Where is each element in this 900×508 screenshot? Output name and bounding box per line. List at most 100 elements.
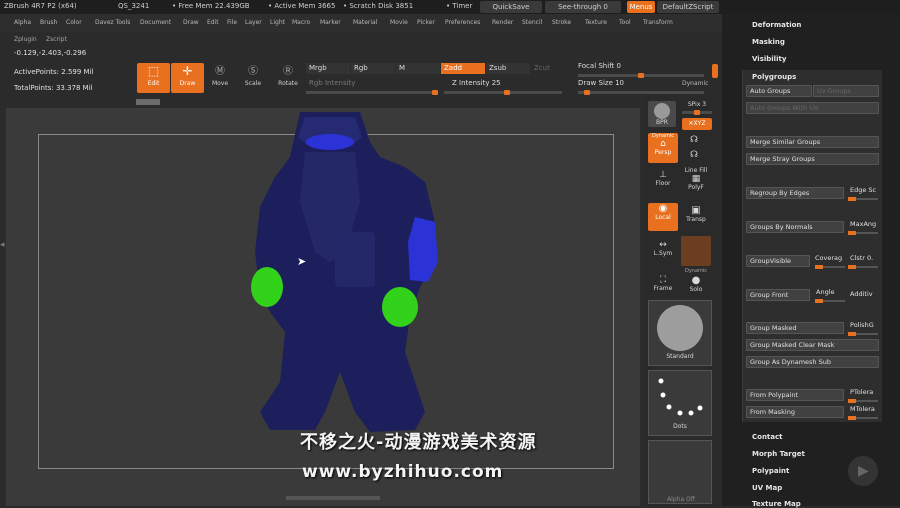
transp-button[interactable]: ▣ Transp xyxy=(682,205,710,223)
polypaint-header[interactable]: Polypaint xyxy=(752,467,789,475)
rotate-button[interactable]: Ⓡ Rotate xyxy=(273,63,303,93)
uv-groups-button[interactable]: Uv Groups xyxy=(813,85,879,97)
z-intensity-slider[interactable] xyxy=(444,90,562,95)
shelf-scroll-handle[interactable] xyxy=(136,99,160,105)
additive-label[interactable]: Additiv xyxy=(850,290,873,298)
panel-edge-toggle[interactable] xyxy=(712,64,718,78)
spix-slider[interactable] xyxy=(682,110,712,115)
edit-button[interactable]: ⬚ Edit xyxy=(137,63,170,93)
menu-layer[interactable]: Layer xyxy=(245,19,262,26)
polygroups-header[interactable]: Polygroups xyxy=(752,73,796,81)
menu-brush[interactable]: Brush xyxy=(40,19,57,26)
solo-button[interactable]: ● Solo xyxy=(683,275,709,293)
texture-map-header[interactable]: Texture Map xyxy=(752,500,801,508)
group-masked-button[interactable]: Group Masked xyxy=(746,322,844,334)
menu-file[interactable]: File xyxy=(227,19,237,26)
merge-stray-groups-button[interactable]: Merge Stray Groups xyxy=(746,153,879,165)
left-tray-arrow-icon[interactable]: ◂ xyxy=(0,240,6,270)
bottom-tray-handle[interactable] xyxy=(286,496,380,500)
morph-target-header[interactable]: Morph Target xyxy=(752,450,805,458)
local-button[interactable]: ◉ Local xyxy=(648,203,678,231)
spotlight-icon[interactable]: ☊ xyxy=(690,135,698,145)
dynamic-texture-button[interactable]: Dynamic xyxy=(681,236,711,274)
move-button[interactable]: Ⓜ Move xyxy=(205,63,235,93)
scale-button[interactable]: Ⓢ Scale xyxy=(238,63,268,93)
menu-zplugin[interactable]: Zplugin xyxy=(14,36,37,43)
focal-shift-slider[interactable] xyxy=(578,73,704,78)
maxang-slider[interactable] xyxy=(848,231,878,235)
uv-map-header[interactable]: UV Map xyxy=(752,484,782,492)
menu-movie[interactable]: Movie xyxy=(390,19,408,26)
coverage-slider[interactable] xyxy=(815,265,845,269)
m-toggle[interactable]: M xyxy=(396,63,440,74)
light-toggle-icon[interactable]: ☊ xyxy=(690,150,698,160)
dynamic-label[interactable]: Dynamic xyxy=(682,78,708,89)
zcut-toggle[interactable]: Zcut xyxy=(531,63,561,74)
menu-stroke[interactable]: Stroke xyxy=(552,19,571,26)
menu-alpha[interactable]: Alpha xyxy=(14,19,31,26)
menu-render[interactable]: Render xyxy=(492,19,513,26)
free-mem: • Free Mem 22.439GB xyxy=(172,2,250,10)
menu-macro[interactable]: Macro xyxy=(292,19,310,26)
zsub-toggle[interactable]: Zsub xyxy=(486,63,530,74)
menu-texture[interactable]: Texture xyxy=(585,19,607,26)
edge-score-slider[interactable] xyxy=(848,197,878,201)
see-through-slider[interactable]: See-through 0 xyxy=(545,1,621,13)
video-play-button[interactable]: ▶ xyxy=(848,456,878,486)
menu-preferences[interactable]: Preferences xyxy=(445,19,480,26)
groupvisible-button[interactable]: GroupVisible xyxy=(746,255,810,267)
regroup-by-edges-button[interactable]: Regroup By Edges xyxy=(746,187,844,199)
contact-header[interactable]: Contact xyxy=(752,433,783,441)
menu-document[interactable]: Document xyxy=(140,19,171,26)
menu-light[interactable]: Light xyxy=(270,19,285,26)
menu-picker[interactable]: Picker xyxy=(417,19,435,26)
menu-transform[interactable]: Transform xyxy=(643,19,673,26)
auto-groups-with-uv-button[interactable]: Auto Groups With UV xyxy=(746,102,879,114)
angle-slider[interactable] xyxy=(815,299,845,303)
bpr-button[interactable]: BPR xyxy=(648,101,676,127)
group-front-button[interactable]: Group Front xyxy=(746,289,810,301)
ptolera-slider[interactable] xyxy=(848,399,878,403)
alpha-thumbnail[interactable]: Alpha Off xyxy=(648,440,712,504)
menu-zscript[interactable]: Zscript xyxy=(46,36,67,43)
menu-tool[interactable]: Tool xyxy=(619,19,631,26)
merge-similar-groups-button[interactable]: Merge Similar Groups xyxy=(746,136,879,148)
groups-by-normals-button[interactable]: Groups By Normals xyxy=(746,221,844,233)
menu-davez-tools[interactable]: Davez Tools xyxy=(95,19,130,26)
polyf-button[interactable]: Line Fill ▦ PolyF xyxy=(681,167,711,191)
menu-material[interactable]: Material xyxy=(353,19,377,26)
mtolera-slider[interactable] xyxy=(848,416,878,420)
from-polypaint-button[interactable]: From Polypaint xyxy=(746,389,844,401)
persp-button[interactable]: Dynamic ⌂ Persp xyxy=(648,133,678,163)
zadd-toggle[interactable]: Zadd xyxy=(441,63,485,74)
draw-button[interactable]: ✛ Draw xyxy=(171,63,204,93)
menus-button[interactable]: Menus xyxy=(627,1,655,13)
visibility-header[interactable]: Visibility xyxy=(752,55,786,63)
menu-color[interactable]: Color xyxy=(66,19,82,26)
floor-button[interactable]: ⊥ Floor xyxy=(650,170,676,187)
frame-button[interactable]: ⛶ Frame xyxy=(650,275,676,292)
defaultzscript-button[interactable]: DefaultZScript xyxy=(657,1,719,13)
group-masked-clear-mask-button[interactable]: Group Masked Clear Mask xyxy=(746,339,879,351)
menu-edit[interactable]: Edit xyxy=(207,19,219,26)
transp-icon: ▣ xyxy=(691,205,701,216)
rgb-intensity-slider[interactable] xyxy=(306,90,438,95)
lsym-button[interactable]: ↔ L.Sym xyxy=(650,240,676,257)
deformation-header[interactable]: Deformation xyxy=(752,21,801,29)
group-as-dynamesh-sub-button[interactable]: Group As Dynamesh Sub xyxy=(746,356,879,368)
mrgb-toggle[interactable]: Mrgb xyxy=(306,63,350,74)
clstr-slider[interactable] xyxy=(848,265,878,269)
stroke-thumbnail[interactable]: Dots xyxy=(648,370,712,436)
menu-marker[interactable]: Marker xyxy=(320,19,341,26)
menu-stencil[interactable]: Stencil xyxy=(522,19,542,26)
quicksave-button[interactable]: QuickSave xyxy=(480,1,542,13)
auto-groups-button[interactable]: Auto Groups xyxy=(746,85,812,97)
polishg-slider[interactable] xyxy=(848,332,878,336)
brush-thumbnail[interactable]: Standard xyxy=(648,300,712,366)
menu-draw[interactable]: Draw xyxy=(183,19,199,26)
rgb-toggle[interactable]: Rgb xyxy=(351,63,395,74)
from-masking-button[interactable]: From Masking xyxy=(746,406,844,418)
masking-header[interactable]: Masking xyxy=(752,38,785,46)
xyz-symmetry-button[interactable]: ✕XYZ xyxy=(682,118,712,130)
spix-label[interactable]: SPix 3 xyxy=(682,101,712,108)
